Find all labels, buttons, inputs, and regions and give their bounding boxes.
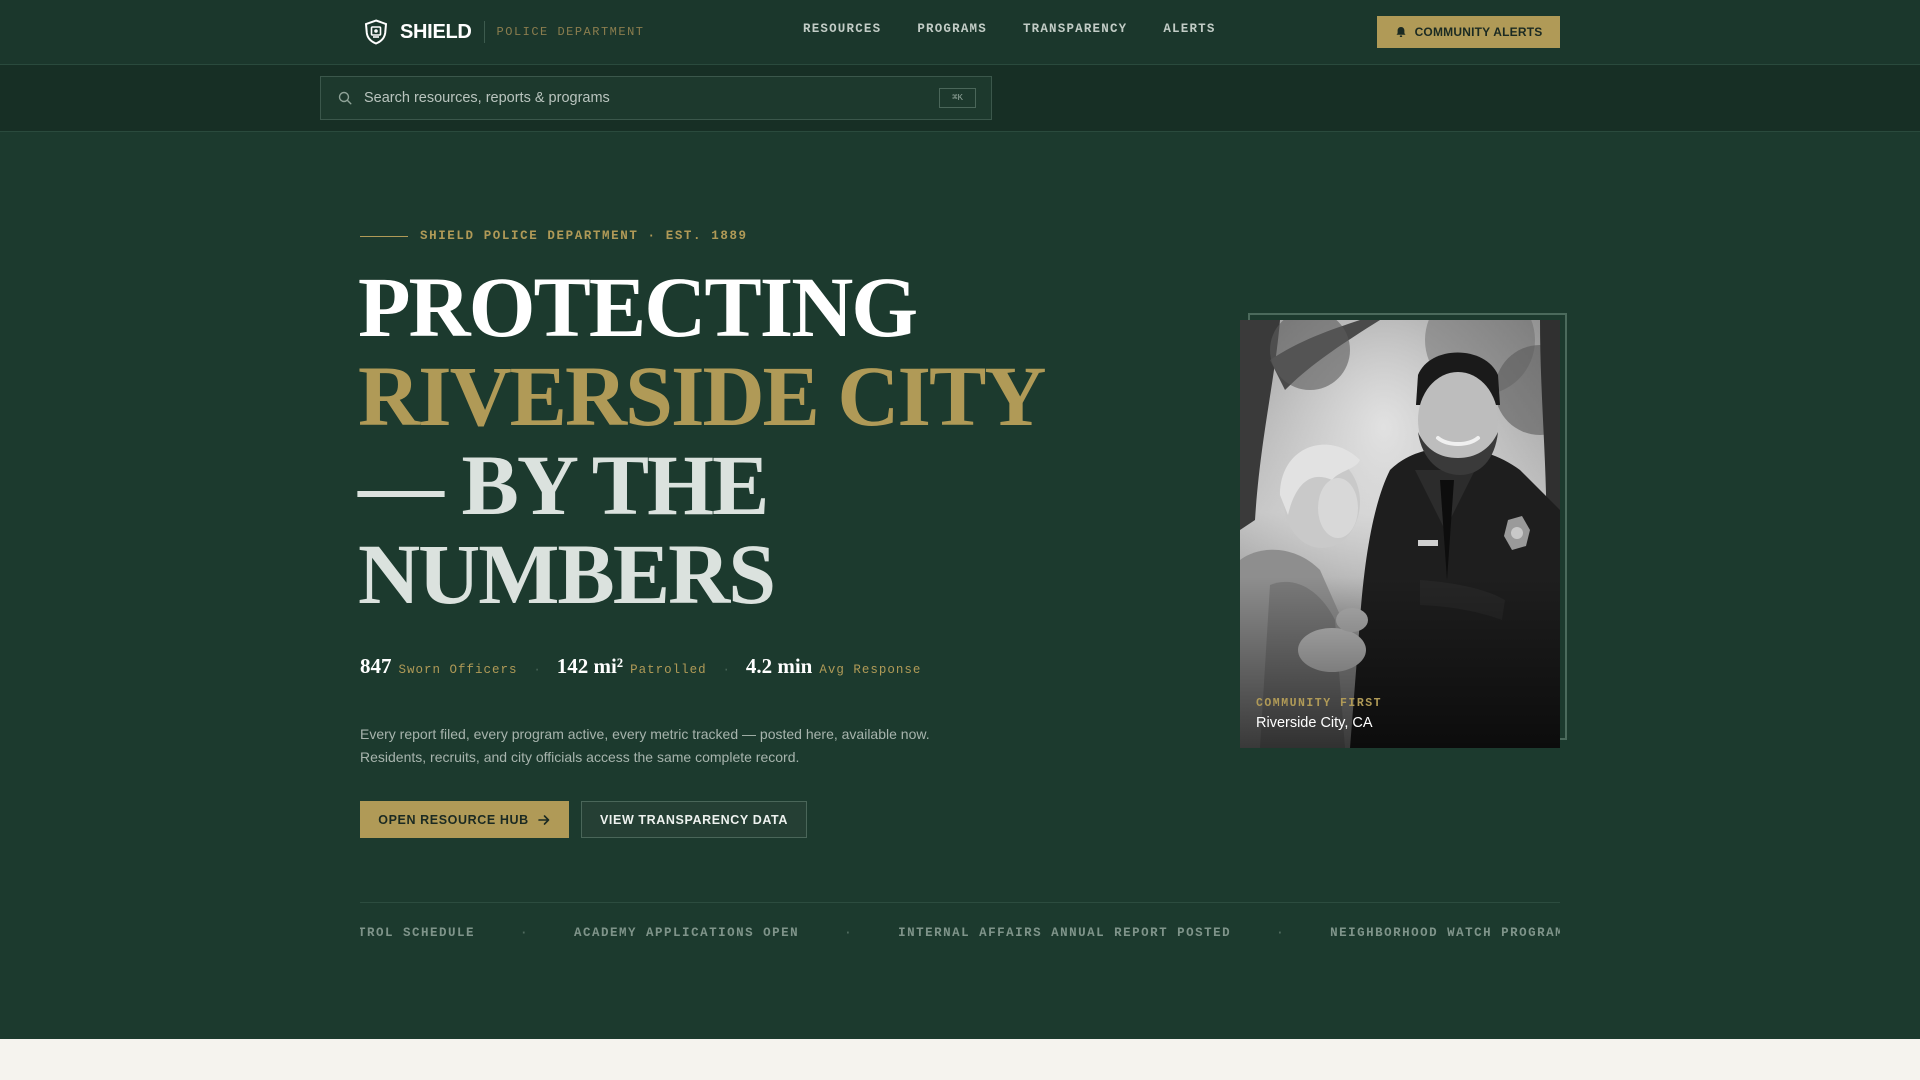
ticker-separator: · xyxy=(1276,926,1286,940)
hero-stats: 847 Sworn Officers · 142 mi² Patrolled ·… xyxy=(360,654,921,679)
page: SHIELD POLICE DEPARTMENT RESOURCES PROGR… xyxy=(0,0,1920,1080)
stat-label-officers: Sworn Officers xyxy=(398,663,518,677)
arrow-right-icon xyxy=(537,813,551,827)
ticker-track: VOLUNTEER PATROL SCHEDULE · ACADEMY APPL… xyxy=(360,926,1560,940)
open-resource-hub-label: OPEN RESOURCE HUB xyxy=(378,812,529,827)
headline-line-1: PROTECTING xyxy=(358,259,918,355)
search-box[interactable]: ⌘K xyxy=(320,76,992,120)
main-nav: RESOURCES PROGRAMS TRANSPARENCY ALERTS xyxy=(803,22,1252,36)
stat-separator: · xyxy=(533,663,541,677)
stat-value-area: 142 mi² xyxy=(556,654,624,678)
eyebrow-text: SHIELD POLICE DEPARTMENT · EST. 1889 xyxy=(420,229,748,243)
hero-eyebrow: SHIELD POLICE DEPARTMENT · EST. 1889 xyxy=(360,229,748,243)
headline-line-4: NUMBERS xyxy=(358,526,776,622)
ticker-item[interactable]: VOLUNTEER PATROL SCHEDULE xyxy=(360,926,475,940)
brand-divider xyxy=(483,21,485,43)
shield-badge-icon xyxy=(362,18,390,46)
brand[interactable]: SHIELD POLICE DEPARTMENT xyxy=(362,18,644,46)
community-alerts-button[interactable]: COMMUNITY ALERTS xyxy=(1377,16,1560,48)
search-input[interactable] xyxy=(364,90,939,106)
view-transparency-data-button[interactable]: VIEW TRANSPARENCY DATA xyxy=(581,801,807,838)
description-line-1: Every report filed, every program active… xyxy=(360,726,930,742)
headline-line-3: — BY THE xyxy=(358,437,769,533)
description-line-2: Residents, recruits, and city officials … xyxy=(360,749,800,765)
news-ticker: VOLUNTEER PATROL SCHEDULE · ACADEMY APPL… xyxy=(360,926,1560,946)
photo-caption: COMMUNITY FIRST Riverside City, CA xyxy=(1256,697,1382,731)
ticker-item[interactable]: NEIGHBORHOOD WATCH PROGRAM ACTIVE IN 34 … xyxy=(1330,926,1560,940)
stat-separator: · xyxy=(722,663,730,677)
photo-caption-place: Riverside City, CA xyxy=(1256,715,1373,731)
stat-value-response: 4.2 min xyxy=(745,654,813,678)
ticker-divider xyxy=(360,902,1560,903)
hero-headline: PROTECTING RIVERSIDE CITY — BY THE NUMBE… xyxy=(358,263,1118,619)
brand-subtitle: POLICE DEPARTMENT xyxy=(496,25,645,39)
photo-caption-label: COMMUNITY FIRST xyxy=(1256,697,1383,710)
headline-line-2: RIVERSIDE CITY xyxy=(358,348,1046,444)
search-bar-region: ⌘K xyxy=(0,65,1920,132)
search-icon xyxy=(338,91,352,105)
ticker-separator: · xyxy=(520,926,530,940)
ticker-item[interactable]: INTERNAL AFFAIRS ANNUAL REPORT POSTED xyxy=(898,926,1231,940)
next-section-edge xyxy=(0,1039,1920,1080)
brand-name: SHIELD xyxy=(400,20,472,43)
top-nav: SHIELD POLICE DEPARTMENT RESOURCES PROGR… xyxy=(0,0,1920,65)
eyebrow-rule xyxy=(360,235,408,237)
hero-description: Every report filed, every program active… xyxy=(360,723,980,769)
nav-link-programs[interactable]: PROGRAMS xyxy=(917,22,987,36)
open-resource-hub-button[interactable]: OPEN RESOURCE HUB xyxy=(360,801,569,838)
officer-with-resident-illustration xyxy=(1240,320,1560,748)
bell-icon xyxy=(1395,26,1407,38)
community-photo: COMMUNITY FIRST Riverside City, CA xyxy=(1240,320,1560,748)
stat-value-officers: 847 xyxy=(360,654,392,678)
community-alerts-label: COMMUNITY ALERTS xyxy=(1414,25,1543,39)
search-shortcut-hint: ⌘K xyxy=(939,88,976,108)
stat-label-response: Avg Response xyxy=(819,663,922,677)
stat-label-area: Patrolled xyxy=(630,663,707,677)
ticker-separator: · xyxy=(844,926,854,940)
nav-link-resources[interactable]: RESOURCES xyxy=(803,22,881,36)
nav-link-alerts[interactable]: ALERTS xyxy=(1163,22,1215,36)
nav-link-transparency[interactable]: TRANSPARENCY xyxy=(1023,22,1127,36)
ticker-item[interactable]: ACADEMY APPLICATIONS OPEN xyxy=(574,926,799,940)
